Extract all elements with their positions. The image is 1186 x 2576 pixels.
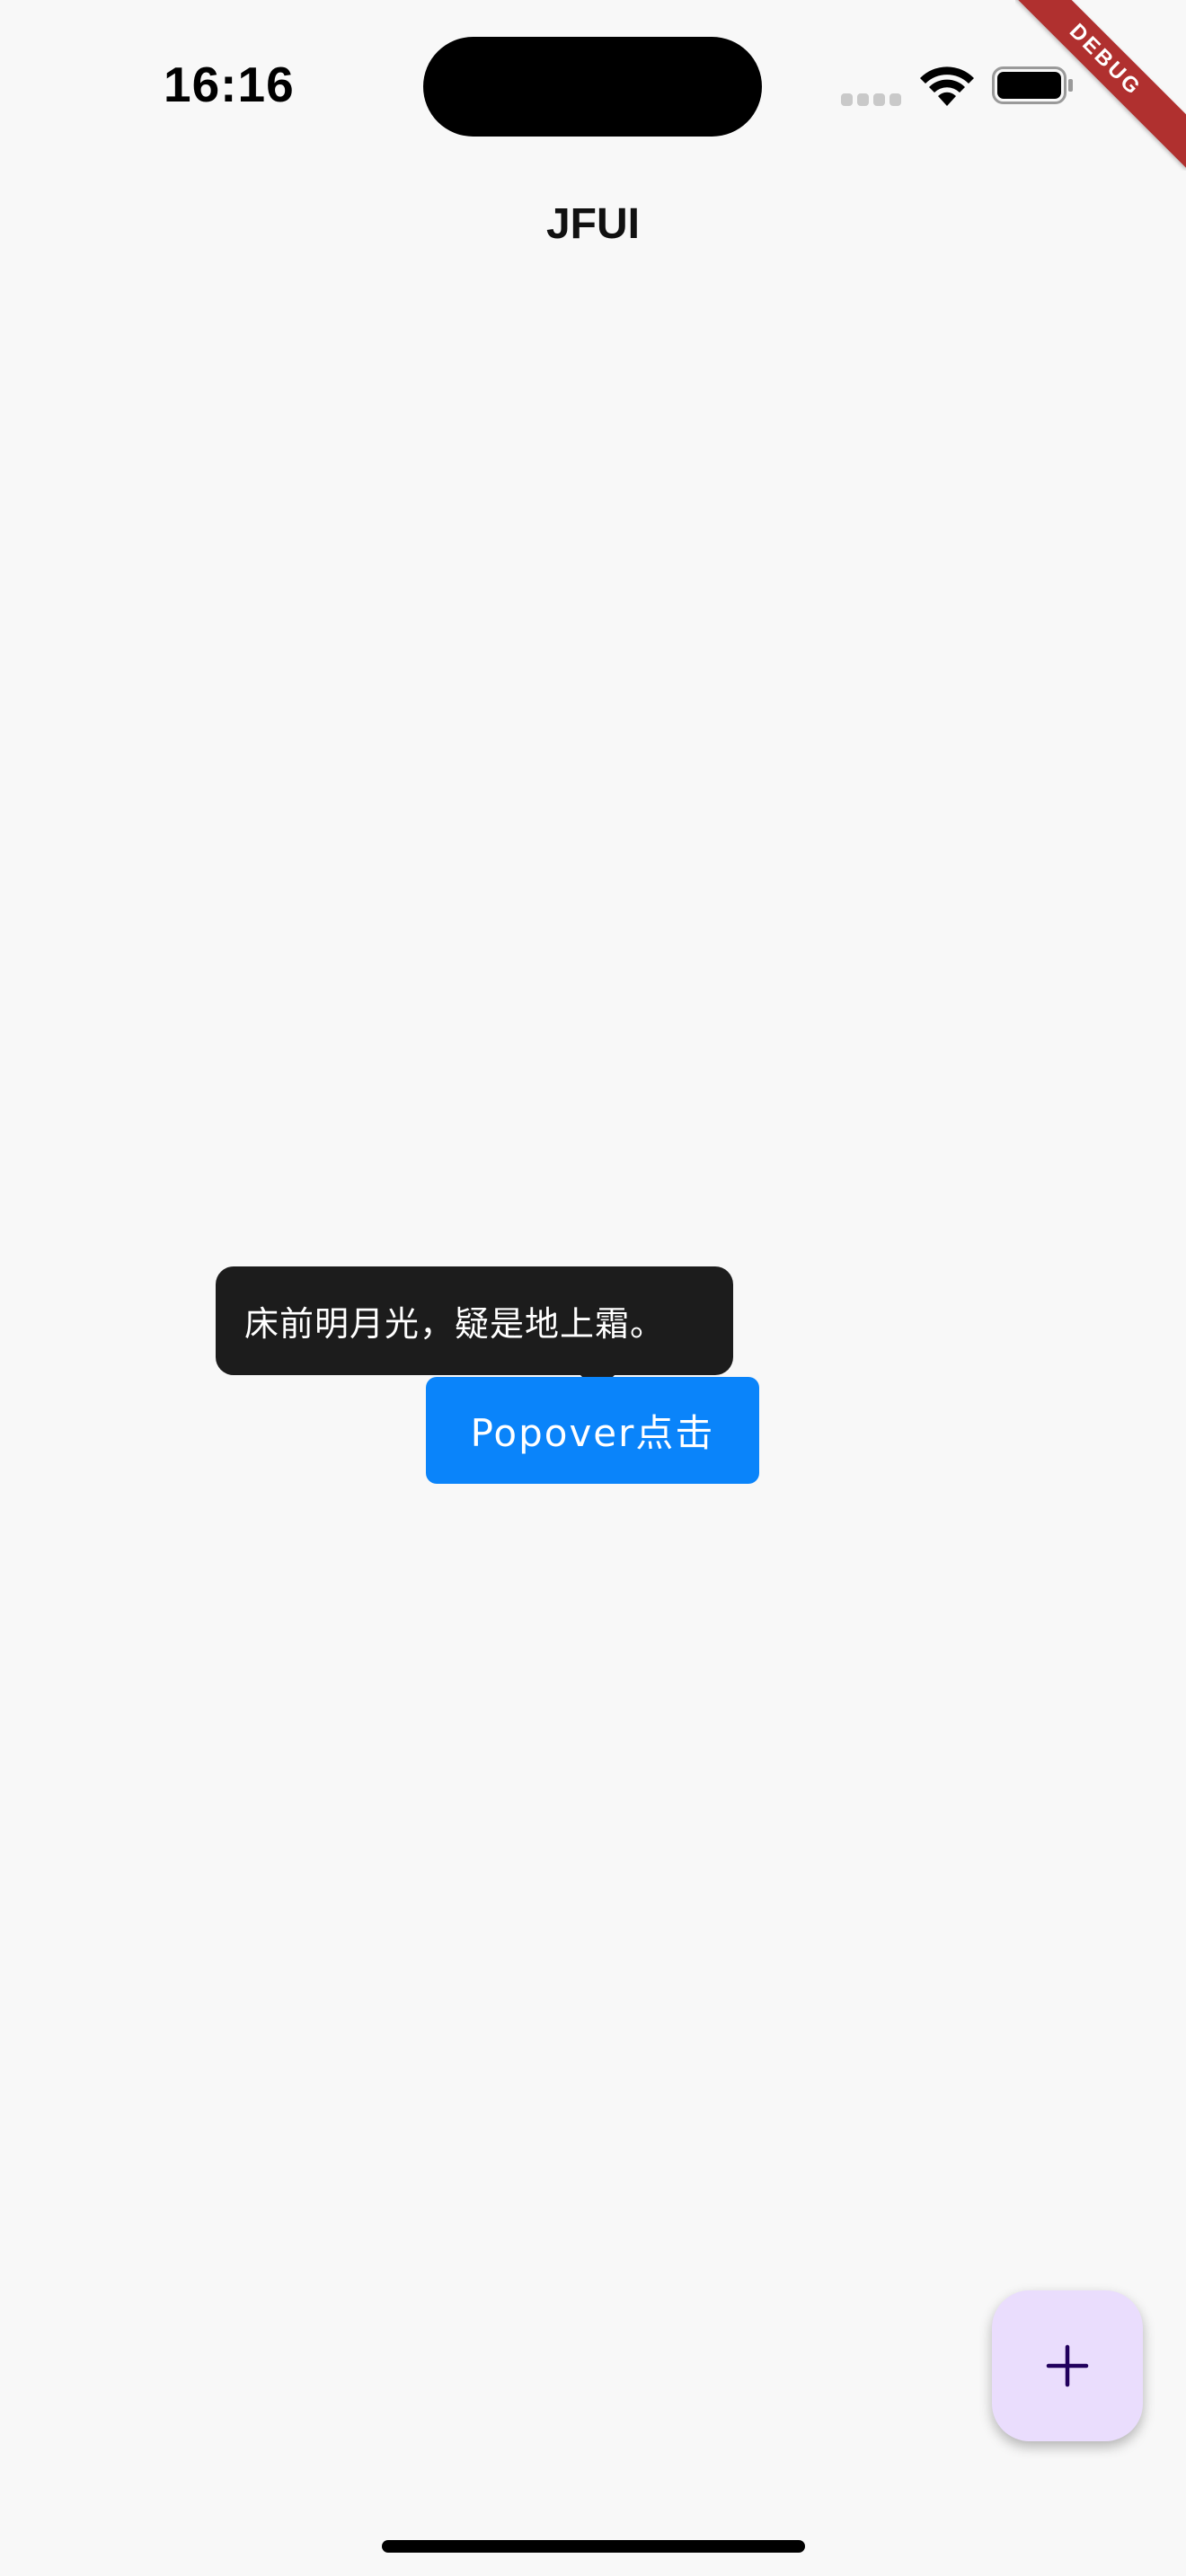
popover-tooltip: 床前明月光，疑是地上霜。: [216, 1266, 733, 1375]
home-indicator[interactable]: [382, 2540, 805, 2553]
page-title: JFUI: [545, 200, 640, 248]
signal-icon: [841, 93, 902, 106]
dynamic-island: [423, 37, 762, 137]
screen: 16:16 DEBUG JFUI 床前明月光，疑是地上霜。 Popover点击: [0, 0, 1186, 2576]
popover-button[interactable]: Popover点击: [426, 1377, 759, 1484]
debug-ribbon-container: DEBUG: [1015, 0, 1186, 171]
add-fab-button[interactable]: [992, 2290, 1143, 2441]
plus-icon: [1046, 2344, 1089, 2387]
wifi-icon: [918, 65, 976, 108]
popover-text: 床前明月光，疑是地上霜。: [244, 1304, 666, 1344]
debug-banner: DEBUG: [1015, 0, 1186, 169]
status-time: 16:16: [164, 57, 295, 112]
